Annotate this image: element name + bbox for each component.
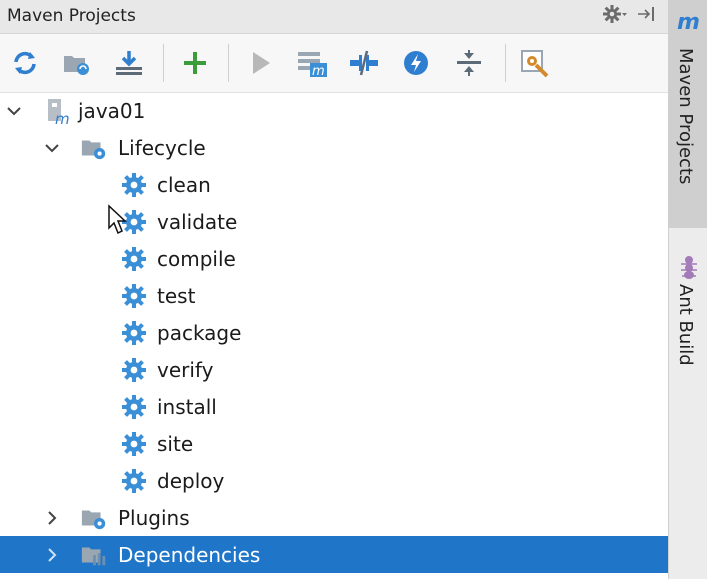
gear-icon bbox=[120, 282, 148, 310]
add-icon[interactable] bbox=[178, 46, 212, 80]
svg-text:m: m bbox=[312, 64, 325, 78]
panel-titlebar: Maven Projects bbox=[0, 0, 668, 34]
download-icon[interactable] bbox=[112, 46, 146, 80]
toolbar-separator bbox=[228, 44, 229, 82]
panel-title: Maven Projects bbox=[7, 6, 136, 26]
mouse-cursor-icon bbox=[107, 204, 129, 236]
panel-settings-gear-icon[interactable] bbox=[602, 4, 628, 29]
svg-text:m: m bbox=[55, 110, 70, 125]
gear-icon bbox=[120, 245, 148, 273]
generate-sources-icon[interactable] bbox=[60, 46, 94, 80]
ant-icon bbox=[678, 254, 700, 284]
hide-panel-icon[interactable] bbox=[636, 4, 658, 29]
chevron-down-icon[interactable] bbox=[5, 102, 23, 120]
goal-label: test bbox=[157, 283, 196, 308]
tree-row-goal[interactable]: test bbox=[0, 277, 668, 314]
dependencies-label: Dependencies bbox=[118, 542, 261, 567]
collapse-all-icon[interactable] bbox=[452, 46, 486, 80]
ant-build-tab[interactable]: Ant Build bbox=[669, 246, 707, 386]
goal-label: deploy bbox=[157, 468, 225, 493]
toolbar-separator bbox=[163, 44, 164, 82]
chevron-right-icon[interactable] bbox=[43, 546, 61, 564]
tree-row-goal[interactable]: package bbox=[0, 314, 668, 351]
maven-projects-tab[interactable]: m Maven Projects bbox=[669, 0, 707, 228]
goal-label: clean bbox=[157, 172, 211, 197]
goal-label: verify bbox=[157, 357, 214, 382]
tree-row-project[interactable]: m java01 bbox=[0, 92, 668, 129]
gear-icon bbox=[120, 430, 148, 458]
goal-label: install bbox=[157, 394, 217, 419]
gear-icon bbox=[120, 171, 148, 199]
lifecycle-folder-icon bbox=[80, 134, 108, 162]
toolbar-separator bbox=[505, 44, 506, 82]
run-icon[interactable] bbox=[243, 46, 277, 80]
skip-tests-icon[interactable] bbox=[399, 46, 433, 80]
goal-label: package bbox=[157, 320, 242, 345]
chevron-right-icon[interactable] bbox=[43, 509, 61, 527]
gear-icon bbox=[120, 319, 148, 347]
lifecycle-label: Lifecycle bbox=[118, 135, 206, 160]
gear-icon bbox=[120, 356, 148, 384]
settings-icon[interactable] bbox=[518, 46, 552, 80]
gear-icon bbox=[120, 393, 148, 421]
maven-m-icon: m bbox=[677, 10, 700, 35]
maven-toolbar: m bbox=[0, 34, 668, 93]
tree-row-goal[interactable]: verify bbox=[0, 351, 668, 388]
execute-goal-icon[interactable]: m bbox=[295, 46, 329, 80]
dependencies-folder-icon bbox=[80, 541, 108, 569]
reimport-icon[interactable] bbox=[8, 46, 42, 80]
tree-row-goal[interactable]: validate bbox=[0, 203, 668, 240]
maven-project-icon: m bbox=[44, 97, 72, 125]
tree-row-dependencies[interactable]: Dependencies bbox=[0, 536, 668, 573]
tree-row-lifecycle[interactable]: Lifecycle bbox=[0, 129, 668, 166]
tree-row-goal[interactable]: compile bbox=[0, 240, 668, 277]
tree-row-goal[interactable]: deploy bbox=[0, 462, 668, 499]
gear-icon bbox=[120, 467, 148, 495]
tree-row-plugins[interactable]: Plugins bbox=[0, 499, 668, 536]
goal-label: site bbox=[157, 431, 194, 456]
toggle-offline-icon[interactable] bbox=[347, 46, 381, 80]
goal-label: validate bbox=[157, 209, 238, 234]
goal-label: compile bbox=[157, 246, 236, 271]
tool-window-sidebar: m Maven Projects Ant Build bbox=[668, 0, 707, 579]
maven-projects-panel: Maven Projects m m java01 Lifecycle clea… bbox=[0, 0, 668, 579]
tree-row-goal[interactable]: clean bbox=[0, 166, 668, 203]
tree-row-goal[interactable]: install bbox=[0, 388, 668, 425]
ant-build-tab-label: Ant Build bbox=[675, 284, 696, 366]
project-label: java01 bbox=[78, 98, 146, 123]
tree-row-goal[interactable]: site bbox=[0, 425, 668, 462]
plugins-label: Plugins bbox=[118, 505, 190, 530]
maven-projects-tab-label: Maven Projects bbox=[675, 48, 696, 185]
plugins-folder-icon bbox=[80, 504, 108, 532]
chevron-down-icon[interactable] bbox=[43, 139, 61, 157]
